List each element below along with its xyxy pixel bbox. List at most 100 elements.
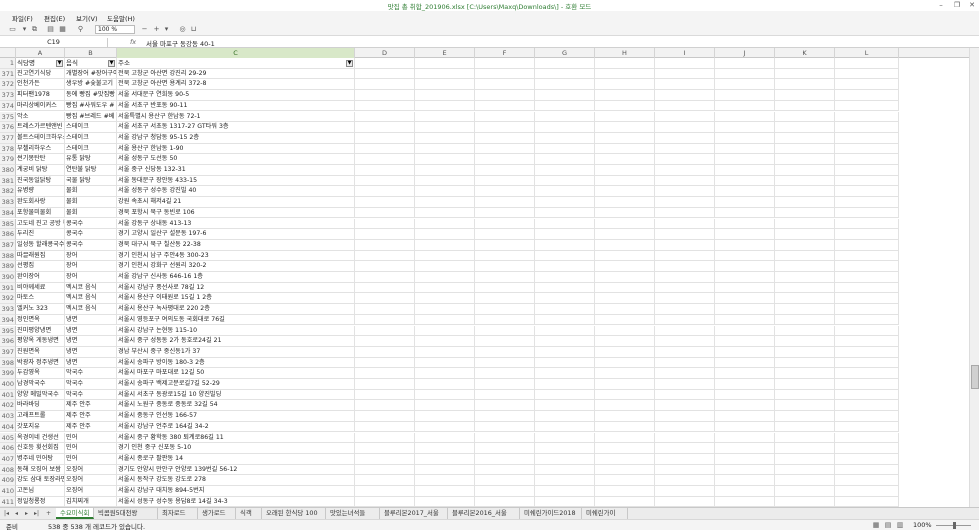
empty-cell[interactable] (595, 336, 655, 347)
empty-cell[interactable] (595, 486, 655, 497)
empty-cell[interactable] (655, 175, 715, 187)
empty-cell[interactable] (655, 239, 715, 251)
empty-cell[interactable] (475, 272, 535, 283)
empty-cell[interactable] (475, 464, 535, 476)
cell-address[interactable]: 서울 성동구 성수동 강진빌 40 (117, 186, 355, 198)
close-icon[interactable]: ✕ (965, 0, 979, 11)
empty-cell[interactable] (775, 261, 835, 272)
empty-cell[interactable] (475, 453, 535, 465)
empty-cell[interactable] (655, 464, 715, 476)
empty-cell[interactable] (775, 304, 835, 315)
empty-cell[interactable] (535, 100, 595, 112)
cell-food[interactable]: 국물 닭탕 (65, 175, 117, 187)
empty-cell[interactable] (835, 111, 899, 123)
cell-address[interactable]: 서울시 서초구 동광로15길 10 양진빌딩 (117, 389, 355, 401)
empty-cell[interactable] (355, 453, 415, 465)
empty-cell[interactable] (835, 239, 899, 251)
empty-cell[interactable] (355, 207, 415, 219)
empty-cell[interactable] (655, 68, 715, 80)
row-number[interactable]: 377 (0, 132, 16, 144)
cell-address[interactable]: 서울특별시 용산구 한남동 72-1 (117, 111, 355, 123)
empty-cell[interactable] (475, 165, 535, 176)
row-number[interactable]: 400 (0, 379, 16, 390)
cell-name[interactable]: 정일청룡정 (16, 496, 65, 507)
empty-cell[interactable] (595, 496, 655, 507)
empty-cell[interactable] (595, 229, 655, 240)
cell-address[interactable]: 서울시 송파구 백제고분로길7길 52-29 (117, 379, 355, 390)
cell-address[interactable]: 서울 서초구 반포동 90-11 (117, 100, 355, 112)
empty-cell[interactable] (715, 165, 775, 176)
find-icon[interactable]: ⚲ (76, 25, 85, 33)
cell-name[interactable]: 피터팬1978 (16, 90, 65, 101)
empty-cell[interactable] (835, 368, 899, 379)
empty-cell[interactable] (475, 58, 535, 69)
empty-cell[interactable] (835, 272, 899, 283)
empty-cell[interactable] (415, 400, 475, 412)
menu-help[interactable]: 도움말(H) (107, 13, 135, 23)
empty-cell[interactable] (535, 368, 595, 379)
sheet-tab[interactable]: 수요미식회 (56, 508, 94, 519)
empty-cell[interactable] (835, 250, 899, 262)
empty-cell[interactable] (415, 475, 475, 486)
first-sheet-icon[interactable]: |◂ (2, 509, 11, 518)
empty-cell[interactable] (355, 229, 415, 240)
empty-cell[interactable] (835, 411, 899, 422)
empty-cell[interactable] (415, 496, 475, 507)
cell-name[interactable]: 엘커노 323 (16, 304, 65, 315)
empty-cell[interactable] (775, 218, 835, 230)
minimize-icon[interactable]: – (934, 0, 948, 11)
empty-cell[interactable] (595, 368, 655, 379)
empty-cell[interactable] (355, 496, 415, 507)
cell-food[interactable]: 유통 닭탕 (65, 154, 117, 165)
column-header-j[interactable]: J (715, 48, 775, 58)
row-number[interactable]: 411 (0, 496, 16, 507)
empty-cell[interactable] (355, 154, 415, 165)
cell-food[interactable]: 빵집 #브레드 #베 (65, 111, 117, 123)
empty-cell[interactable] (775, 122, 835, 133)
empty-cell[interactable] (655, 443, 715, 454)
empty-cell[interactable] (595, 79, 655, 91)
empty-cell[interactable] (535, 154, 595, 165)
row-number[interactable]: 384 (0, 207, 16, 219)
empty-cell[interactable] (535, 453, 595, 465)
empty-cell[interactable] (535, 90, 595, 101)
empty-cell[interactable] (835, 379, 899, 390)
zoom-in-icon[interactable]: + (152, 25, 161, 33)
empty-cell[interactable] (475, 304, 535, 315)
column-header-a[interactable]: A (16, 48, 65, 58)
empty-cell[interactable] (835, 207, 899, 219)
row-number[interactable]: 1 (0, 58, 16, 69)
cell-address[interactable]: 경기 인천시 강화구 선원리 320-2 (117, 261, 355, 272)
empty-cell[interactable] (415, 486, 475, 497)
zoom-select[interactable]: 100 % (95, 25, 135, 34)
empty-cell[interactable] (475, 100, 535, 112)
empty-cell[interactable] (355, 314, 415, 326)
cell-address[interactable]: 경북 대구시 북구 칠산동 22-38 (117, 239, 355, 251)
cell-name[interactable]: 고래프트롤 (16, 411, 65, 422)
empty-cell[interactable] (355, 143, 415, 155)
row-number[interactable]: 387 (0, 239, 16, 251)
empty-cell[interactable] (775, 111, 835, 123)
empty-cell[interactable] (655, 143, 715, 155)
cell-food[interactable]: 냉면 (65, 357, 117, 369)
empty-cell[interactable] (715, 293, 775, 305)
empty-cell[interactable] (355, 486, 415, 497)
empty-cell[interactable] (655, 486, 715, 497)
empty-cell[interactable] (355, 443, 415, 454)
empty-cell[interactable] (355, 79, 415, 91)
empty-cell[interactable] (475, 207, 535, 219)
empty-cell[interactable] (355, 111, 415, 123)
open-folder-icon[interactable]: ▭ (8, 25, 17, 33)
cell-name[interactable]: 바라바딩 (16, 400, 65, 412)
empty-cell[interactable] (475, 346, 535, 358)
empty-cell[interactable] (415, 272, 475, 283)
empty-cell[interactable] (355, 186, 415, 198)
cell-food[interactable]: 멕시코 음식 (65, 304, 117, 315)
row-number[interactable]: 395 (0, 325, 16, 337)
sheet-tab[interactable]: 미쉐린가이드2018 (520, 508, 582, 519)
empty-cell[interactable] (835, 389, 899, 401)
empty-cell[interactable] (775, 453, 835, 465)
row-number[interactable]: 393 (0, 304, 16, 315)
column-header-e[interactable]: E (415, 48, 475, 58)
empty-cell[interactable] (835, 175, 899, 187)
